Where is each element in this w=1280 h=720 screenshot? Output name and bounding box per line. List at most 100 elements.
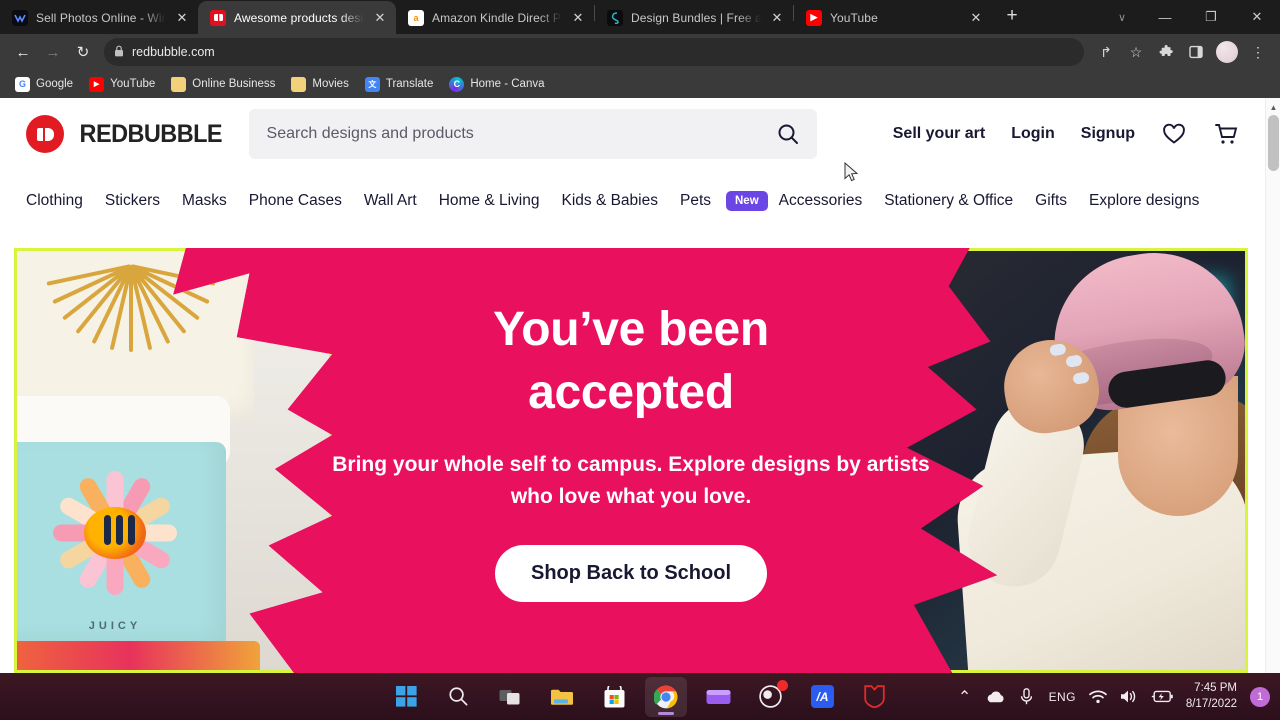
nav-masks[interactable]: Masks [171,186,238,216]
bookmark-label: Movies [312,78,349,90]
close-icon[interactable]: ✕ [372,10,388,26]
redbubble-logo[interactable]: REDBUBBLE [26,115,227,153]
address-bar[interactable]: redbubble.com [104,38,1084,66]
youtube-icon: ▶ [806,9,822,26]
sell-your-art-link[interactable]: Sell your art [893,125,985,143]
nav-explore-designs[interactable]: Explore designs [1078,186,1210,216]
close-icon[interactable]: ✕ [769,10,785,26]
tab-amazon-kdp[interactable]: a Amazon Kindle Direct Pub ✕ [396,1,594,34]
tab-title: YouTube [830,10,878,25]
chrome-menu-icon[interactable]: ⋮ [1244,38,1272,66]
onedrive-icon[interactable] [987,688,1005,706]
profile-avatar[interactable] [1216,41,1238,63]
close-icon[interactable]: ✕ [968,10,984,26]
clock-time: 7:45 PM [1194,681,1237,694]
microphone-icon[interactable] [1018,688,1036,706]
clock[interactable]: 7:45 PM 8/17/2022 [1186,681,1237,712]
search-icon[interactable] [777,123,799,145]
bookmark-google[interactable]: G Google [8,74,80,95]
hero-title-line-1: You’ve been [493,303,769,356]
search-placeholder: Search designs and products [266,125,474,142]
purple-app-icon[interactable] [697,677,739,717]
hero-title: You’ve been accepted [314,298,948,425]
bookmark-online-business[interactable]: Online Business [164,74,282,95]
amazon-icon: a [408,9,424,26]
extensions-puzzle-icon[interactable] [1152,38,1180,66]
lock-icon [114,45,124,60]
volume-icon[interactable] [1120,688,1138,706]
page-scrollbar[interactable]: ▲ [1265,98,1280,673]
share-icon[interactable]: ↱ [1092,38,1120,66]
tab-title: Awesome products design [234,10,364,25]
reload-button[interactable]: ↻ [68,37,98,67]
login-link[interactable]: Login [1011,125,1055,143]
bookmark-movies[interactable]: Movies [284,74,355,95]
forward-button[interactable]: → [38,37,68,67]
nav-pets[interactable]: Pets [669,186,722,216]
translate-icon: 文 [364,76,380,92]
battery-charging-icon[interactable] [1151,688,1173,706]
close-window-button[interactable]: ✕ [1234,0,1280,34]
scroll-up-arrow-icon[interactable]: ▲ [1266,100,1280,114]
maximize-button[interactable]: ❐ [1188,0,1234,34]
tab-youtube[interactable]: ▶ YouTube ✕ [794,1,992,34]
hero-banner[interactable]: JUICY You’ve been accepted Bring your wh… [14,248,1248,673]
search-icon[interactable] [437,677,479,717]
nav-gifts[interactable]: Gifts [1024,186,1078,216]
brand-wordmark: REDBUBBLE [79,119,223,148]
scrollbar-thumb[interactable] [1268,115,1279,171]
blue-a-icon[interactable]: /A [801,677,843,717]
tray-chevron-up-icon[interactable]: ⌃ [956,688,974,706]
file-explorer-icon[interactable] [541,677,583,717]
nav-home-living[interactable]: Home & Living [428,186,551,216]
back-button[interactable]: ← [8,37,38,67]
nav-stationery-office[interactable]: Stationery & Office [873,186,1024,216]
bookmark-youtube[interactable]: ▶ YouTube [82,74,162,95]
nav-wall-art[interactable]: Wall Art [353,186,428,216]
shop-back-to-school-button[interactable]: Shop Back to School [494,544,768,602]
nav-kids-babies[interactable]: Kids & Babies [550,186,669,216]
wifi-icon[interactable] [1088,688,1107,706]
close-icon[interactable]: ✕ [570,10,586,26]
nav-stickers[interactable]: Stickers [94,186,171,216]
page-viewport: REDBUBBLE Search designs and products Se… [0,98,1280,673]
shield-app-icon[interactable] [853,677,895,717]
heart-icon[interactable] [1161,121,1187,147]
new-tab-button[interactable]: + [998,3,1026,31]
microsoft-store-icon[interactable] [593,677,635,717]
task-view-icon[interactable] [489,677,531,717]
minimize-button[interactable]: — [1142,0,1188,34]
redbubble-icon [210,9,226,26]
nav-accessories[interactable]: Accessories [768,186,874,216]
signup-link[interactable]: Signup [1081,125,1135,143]
nav-phone-cases[interactable]: Phone Cases [238,186,353,216]
tab-wirestock[interactable]: Sell Photos Online - Wires ✕ [0,1,198,34]
search-box[interactable]: Search designs and products [248,109,817,159]
system-tray: ⌃ ENG 7:45 PM 8/17/2022 1 [956,681,1270,712]
obs-icon[interactable] [749,677,791,717]
bookmark-star-icon[interactable]: ☆ [1122,38,1150,66]
bookmark-label: Home - Canva [470,78,545,90]
bookmark-label: Google [36,78,74,90]
new-badge: New [726,191,768,211]
chevron-down-icon[interactable]: ∨ [1102,0,1142,34]
google-icon: G [15,76,30,92]
start-icon[interactable] [385,677,427,717]
browser-window: Sell Photos Online - Wires ✕ Awesome pro… [0,0,1280,720]
chrome-icon[interactable] [645,676,687,717]
youtube-icon: ▶ [89,76,105,92]
mouse-cursor [844,161,860,189]
side-panel-icon[interactable] [1182,38,1210,66]
tab-design-bundles[interactable]: Design Bundles | Free and ✕ [595,1,793,34]
nav-clothing[interactable]: Clothing [26,186,94,216]
notification-badge[interactable]: 1 [1250,686,1270,707]
cart-icon[interactable] [1213,121,1239,147]
language-indicator[interactable]: ENG [1049,690,1076,704]
close-icon[interactable]: ✕ [174,10,190,26]
tab-redbubble[interactable]: Awesome products design ✕ [198,1,396,34]
bookmark-label: Online Business [192,78,276,90]
tab-title: Sell Photos Online - Wires [36,10,166,25]
tab-title: Amazon Kindle Direct Pub [432,10,562,25]
bookmark-translate[interactable]: 文 Translate [358,74,441,95]
bookmark-canva[interactable]: C Home - Canva [442,74,551,95]
